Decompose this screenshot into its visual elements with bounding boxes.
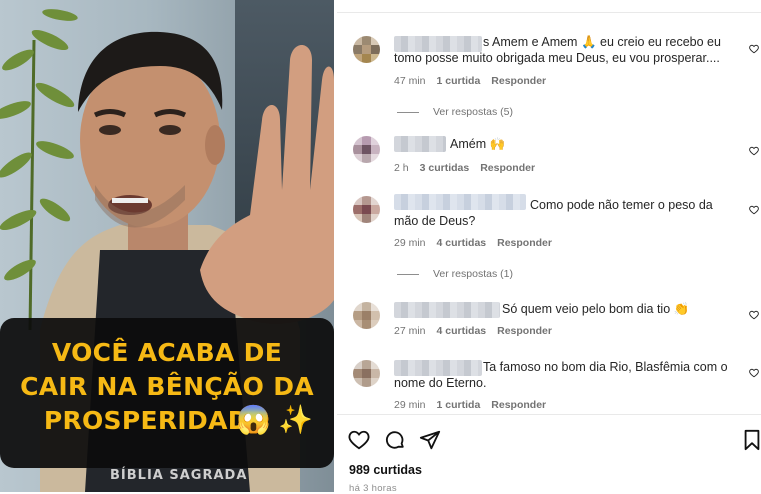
avatar[interactable] [353,196,380,223]
likes-count[interactable]: 1 curtida [437,75,481,87]
likes-count[interactable]: 4 curtidas [437,325,487,337]
username-blurred[interactable] [394,194,526,210]
username-blurred[interactable] [394,302,500,318]
bookmark-icon[interactable] [741,429,761,451]
caption-line-3: PROSPERIDADE [43,406,267,435]
comment-text-line2: nome do Eterno. [394,376,487,390]
comments-panel: s Amem e Amem 🙏 eu creio eu recebo eu to… [337,0,761,494]
heart-icon[interactable] [749,146,759,156]
comment-meta: 27 min 4 curtidas Responder [394,325,552,337]
post-action-bar: 989 curtidas há 3 horas [337,414,761,494]
reply-button[interactable]: Responder [491,399,546,411]
comment-meta: 47 min 1 curtida Responder [394,75,547,87]
caption-line-1: VOCÊ ACABA DE [51,338,283,367]
comment-text: Como pode não temer o peso da [530,198,713,212]
sparkles-emoji: ✨ [278,404,313,435]
reply-button[interactable]: Responder [480,162,535,174]
comment-text: Amém 🙌 [450,137,506,151]
comment-meta: 2 h3 curtidas Responder [394,162,536,174]
shirt-text: BÍBLIA SAGRADA [110,468,248,483]
comment-icon[interactable] [384,429,406,451]
likes-count[interactable]: 1 curtida [437,399,481,411]
avatar[interactable] [353,136,380,163]
likes-count[interactable]: 4 curtidas [437,237,487,249]
comment-text: Ta famoso no bom dia Rio, Blasfêmia com … [483,360,728,374]
comment-meta: 29 min 1 curtida Responder [394,399,547,411]
pray-emoji: 🙏 [580,35,597,49]
heart-icon[interactable] [749,205,759,215]
comment-text: Só quem veio pelo bom dia tio 👏 [502,302,690,316]
comment-meta: 29 min 4 curtidas Responder [394,237,552,249]
comment-text-line2: mão de Deus? [394,214,476,228]
avatar[interactable] [353,36,380,63]
share-icon[interactable] [419,429,441,451]
reply-button[interactable]: Responder [497,325,552,337]
comment-text-line2: tomo posse muito obrigada meu Deus, eu v… [394,51,720,65]
view-replies-button[interactable]: Ver respostas (5) [397,106,513,118]
heart-icon[interactable] [749,44,759,54]
like-heart-icon[interactable] [348,429,370,451]
scream-emoji: 😱 [236,404,271,435]
post-time-ago: há 3 horas [349,483,397,494]
heart-icon[interactable] [749,368,759,378]
post-likes-count[interactable]: 989 curtidas [349,463,422,477]
username-blurred[interactable] [394,136,446,152]
panel-top-divider [337,0,761,13]
avatar[interactable] [353,360,380,387]
avatar[interactable] [353,302,380,329]
likes-count[interactable]: 3 curtidas [420,162,470,174]
caption-line-2: CAIR NA BÊNÇÃO DA [20,372,314,401]
video-frame[interactable]: VOCÊ ACABA DE CAIR NA BÊNÇÃO DA PROSPERI… [0,0,334,492]
reply-button[interactable]: Responder [497,237,552,249]
reply-button[interactable]: Responder [491,75,546,87]
view-replies-button[interactable]: Ver respostas (1) [397,268,513,280]
heart-icon[interactable] [749,310,759,320]
